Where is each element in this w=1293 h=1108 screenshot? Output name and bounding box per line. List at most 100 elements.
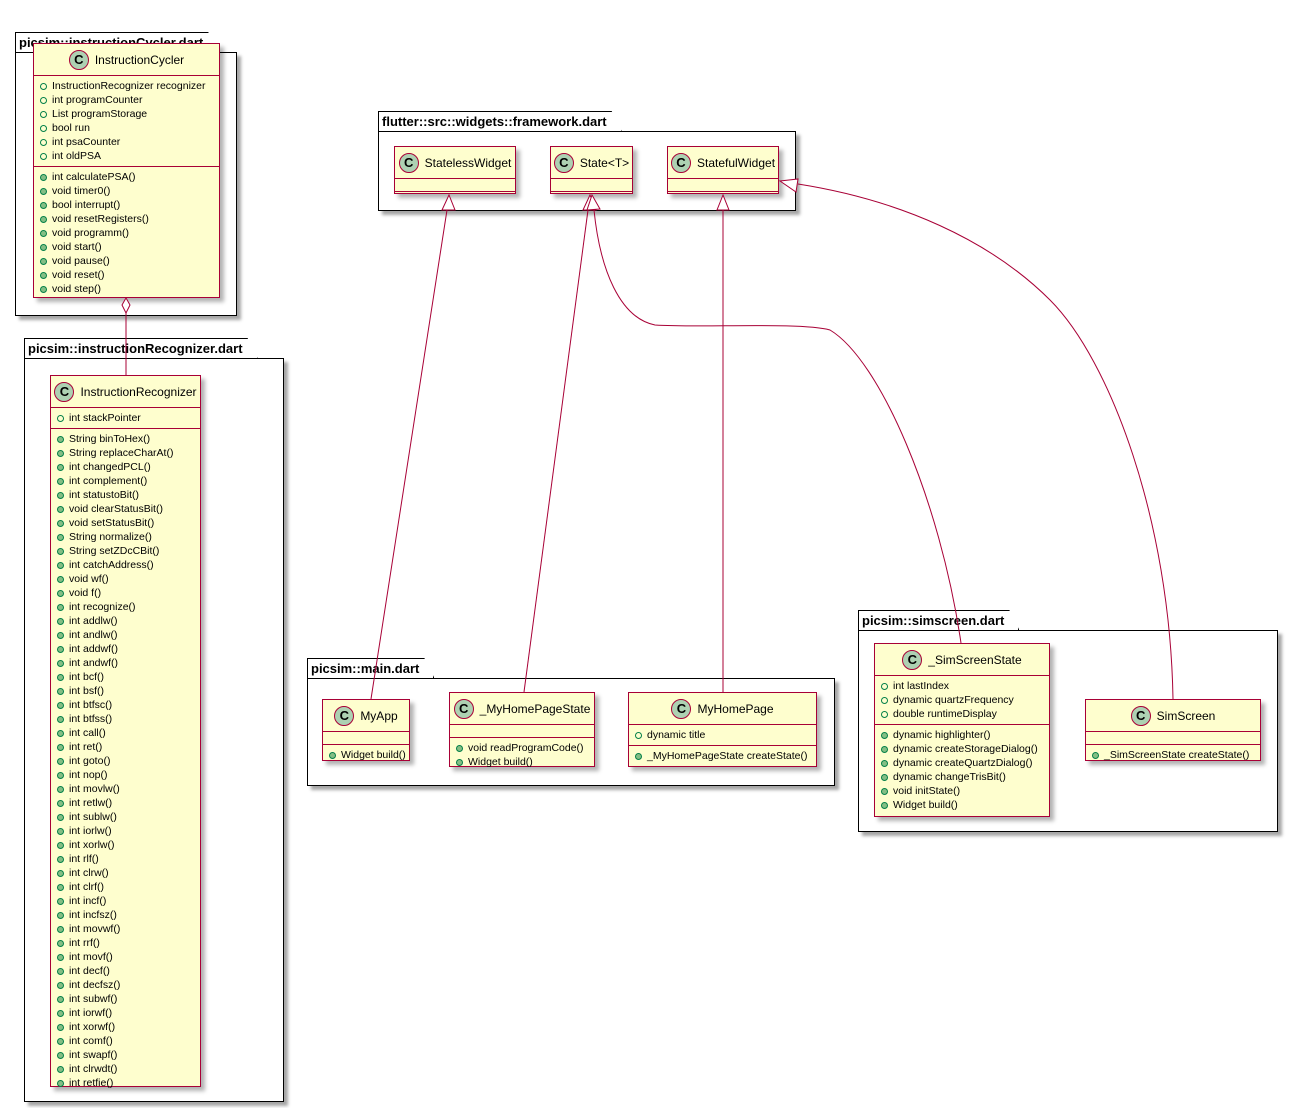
public-visibility-icon: [40, 152, 47, 160]
public-visibility-icon: [1092, 751, 1099, 759]
class-method: int movwf(): [57, 922, 200, 936]
class-method: dynamic createStorageDialog(): [881, 742, 1049, 756]
class-instruction-cycler[interactable]: C InstructionCycler InstructionRecognize…: [33, 43, 220, 298]
public-visibility-icon: [881, 759, 888, 767]
methods-section: String binToHex() String replaceCharAt() i…: [51, 429, 200, 1093]
class-method: int retfie(): [57, 1076, 200, 1090]
class-method: Widget build(): [881, 798, 1049, 812]
public-visibility-icon: [57, 701, 64, 709]
public-visibility-icon: [57, 897, 64, 905]
method-label: int movf(): [69, 951, 113, 963]
class-method: int goto(): [57, 754, 200, 768]
class-method: int changedPCL(): [57, 460, 200, 474]
public-visibility-icon: [57, 435, 64, 443]
method-label: void readProgramCode(): [468, 742, 584, 754]
class-my-app[interactable]: C MyApp Widget build(): [322, 699, 410, 761]
class-c-icon: C: [453, 698, 474, 719]
class-method: int bsf(): [57, 684, 200, 698]
class-method: int decf(): [57, 964, 200, 978]
class-field: dynamic title: [635, 728, 816, 742]
class-method: Widget build(): [456, 755, 594, 769]
class-method: void clearStatusBit(): [57, 502, 200, 516]
class-method: _SimScreenState createState(): [1092, 748, 1260, 762]
class-method: int iorwf(): [57, 1006, 200, 1020]
class-method: int recognize(): [57, 600, 200, 614]
fields-section: [1086, 732, 1260, 745]
class-sim-screen[interactable]: C SimScreen _SimScreenState createState(…: [1085, 699, 1261, 761]
class-method: int xorlw(): [57, 838, 200, 852]
class-field: InstructionRecognizer recognizer: [40, 79, 219, 93]
method-label: int calculatePSA(): [52, 171, 136, 183]
class-sim-screen-state[interactable]: C _SimScreenState int lastIndex dynamic q…: [874, 643, 1050, 817]
public-visibility-icon: [40, 96, 47, 104]
class-method: void timer0(): [40, 184, 219, 198]
methods-section: [668, 192, 778, 204]
fields-section: [395, 179, 515, 192]
public-visibility-icon: [881, 801, 888, 809]
class-method: String replaceCharAt(): [57, 446, 200, 460]
method-label: int iorwf(): [69, 1007, 113, 1019]
public-visibility-icon: [57, 855, 64, 863]
public-visibility-icon: [57, 1051, 64, 1059]
method-label: void resetRegisters(): [52, 213, 149, 225]
class-stateless-widget[interactable]: C StatelessWidget: [394, 146, 516, 194]
class-state[interactable]: C State<T>: [550, 146, 633, 194]
class-field: dynamic quartzFrequency: [881, 693, 1049, 707]
class-header: C _SimScreenState: [875, 644, 1049, 676]
class-c-icon: C: [902, 649, 923, 670]
methods-section: int calculatePSA() void timer0() bool inte…: [34, 167, 219, 299]
public-visibility-icon: [57, 1009, 64, 1017]
class-method: void step(): [40, 282, 219, 296]
class-field: int oldPSA: [40, 149, 219, 163]
public-visibility-icon: [57, 519, 64, 527]
class-method: int incfsz(): [57, 908, 200, 922]
edge-extends-simscreenstate-state: [593, 209, 962, 644]
field-label: int programCounter: [52, 94, 143, 106]
method-label: void setStatusBit(): [69, 517, 155, 529]
methods-section: void readProgramCode() Widget build(): [450, 738, 594, 772]
method-label: int subwf(): [69, 993, 118, 1005]
method-label: int iorlw(): [69, 825, 112, 837]
public-visibility-icon: [57, 1079, 64, 1087]
public-visibility-icon: [881, 731, 888, 739]
method-label: int clrwdt(): [69, 1063, 118, 1075]
package-label: picsim::simscreen.dart: [858, 610, 1019, 630]
class-my-home-page-state[interactable]: C _MyHomePageState void readProgramCode(…: [449, 692, 595, 768]
methods-section: [395, 192, 515, 204]
class-method: int xorwf(): [57, 1020, 200, 1034]
method-label: void reset(): [52, 269, 105, 281]
public-visibility-icon: [40, 257, 47, 265]
class-method: void start(): [40, 240, 219, 254]
fields-section: [668, 179, 778, 192]
public-visibility-icon: [57, 533, 64, 541]
class-stateful-widget[interactable]: C StatefulWidget: [667, 146, 779, 194]
class-method: int call(): [57, 726, 200, 740]
class-method: int andwf(): [57, 656, 200, 670]
class-header: C MyHomePage: [629, 693, 816, 725]
public-visibility-icon: [57, 505, 64, 513]
methods-section: [551, 192, 632, 204]
public-visibility-icon: [881, 745, 888, 753]
field-label: int oldPSA: [52, 150, 102, 162]
class-my-home-page[interactable]: C MyHomePage dynamic title _MyHomePageSt…: [628, 692, 817, 767]
class-method: int bcf(): [57, 670, 200, 684]
method-label: dynamic createStorageDialog(): [893, 743, 1038, 755]
class-instruction-recognizer[interactable]: C InstructionRecognizer int stackPointer…: [50, 375, 201, 1089]
class-method: int statustoBit(): [57, 488, 200, 502]
method-label: int decf(): [69, 965, 110, 977]
class-field: int lastIndex: [881, 679, 1049, 693]
class-c-icon: C: [1130, 705, 1151, 726]
method-label: int xorlw(): [69, 839, 115, 851]
class-c-icon: C: [553, 152, 574, 173]
public-visibility-icon: [881, 710, 888, 718]
public-visibility-icon: [57, 799, 64, 807]
class-c-icon: C: [54, 381, 75, 402]
class-method: int ret(): [57, 740, 200, 754]
field-label: int stackPointer: [69, 412, 141, 424]
method-label: void programm(): [52, 227, 130, 239]
method-label: int bcf(): [69, 671, 105, 683]
public-visibility-icon: [40, 215, 47, 223]
field-label: int lastIndex: [893, 680, 950, 692]
fields-section: [551, 179, 632, 192]
public-visibility-icon: [57, 645, 64, 653]
